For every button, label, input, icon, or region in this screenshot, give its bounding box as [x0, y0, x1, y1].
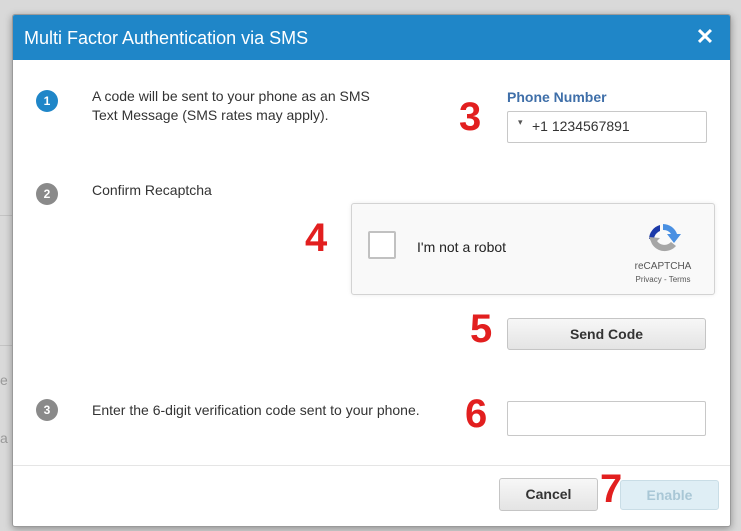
chevron-down-icon[interactable]: ▾: [518, 117, 523, 128]
step-3-badge: 3: [36, 399, 58, 421]
dialog-title: Multi Factor Authentication via SMS: [24, 28, 309, 48]
send-code-button[interactable]: Send Code: [507, 318, 706, 350]
recaptcha-widget: I'm not a robot reCAPTCHA Privacy - Term…: [351, 203, 715, 295]
annotation-3: 3: [459, 95, 482, 139]
step-2-text: Confirm Recaptcha: [92, 182, 212, 198]
backdrop-text: a: [0, 430, 8, 446]
footer-divider: [13, 465, 730, 466]
step-1-badge: 1: [36, 90, 58, 112]
recaptcha-logo-icon: [649, 224, 681, 252]
phone-number-field[interactable]: ▾ +1 1234567891: [507, 111, 707, 143]
annotation-4: 4: [305, 216, 328, 260]
cancel-button[interactable]: Cancel: [499, 478, 598, 511]
enable-button[interactable]: Enable: [620, 480, 719, 510]
step-1-text: A code will be sent to your phone as an …: [92, 88, 370, 123]
recaptcha-privacy-terms-link[interactable]: Privacy - Terms: [622, 275, 704, 284]
phone-number-value: +1 1234567891: [532, 118, 630, 134]
recaptcha-brand: reCAPTCHA: [634, 261, 692, 272]
dialog-titlebar: Multi Factor Authentication via SMS ✕: [13, 15, 730, 60]
phone-number-label: Phone Number: [507, 89, 607, 105]
backdrop-text: e: [0, 372, 8, 388]
annotation-6: 6: [465, 392, 488, 436]
recaptcha-label: I'm not a robot: [417, 239, 507, 255]
annotation-7: 7: [600, 467, 623, 511]
mfa-sms-dialog: Multi Factor Authentication via SMS ✕ 1 …: [12, 14, 731, 527]
step-3-text: Enter the 6-digit verification code sent…: [92, 402, 420, 418]
annotation-5: 5: [470, 307, 493, 351]
backdrop-divider: [0, 345, 12, 346]
step-2-badge: 2: [36, 183, 58, 205]
backdrop-divider: [0, 215, 12, 216]
verification-code-input[interactable]: [507, 401, 706, 436]
close-icon[interactable]: ✕: [692, 24, 718, 50]
recaptcha-checkbox[interactable]: [368, 231, 396, 259]
